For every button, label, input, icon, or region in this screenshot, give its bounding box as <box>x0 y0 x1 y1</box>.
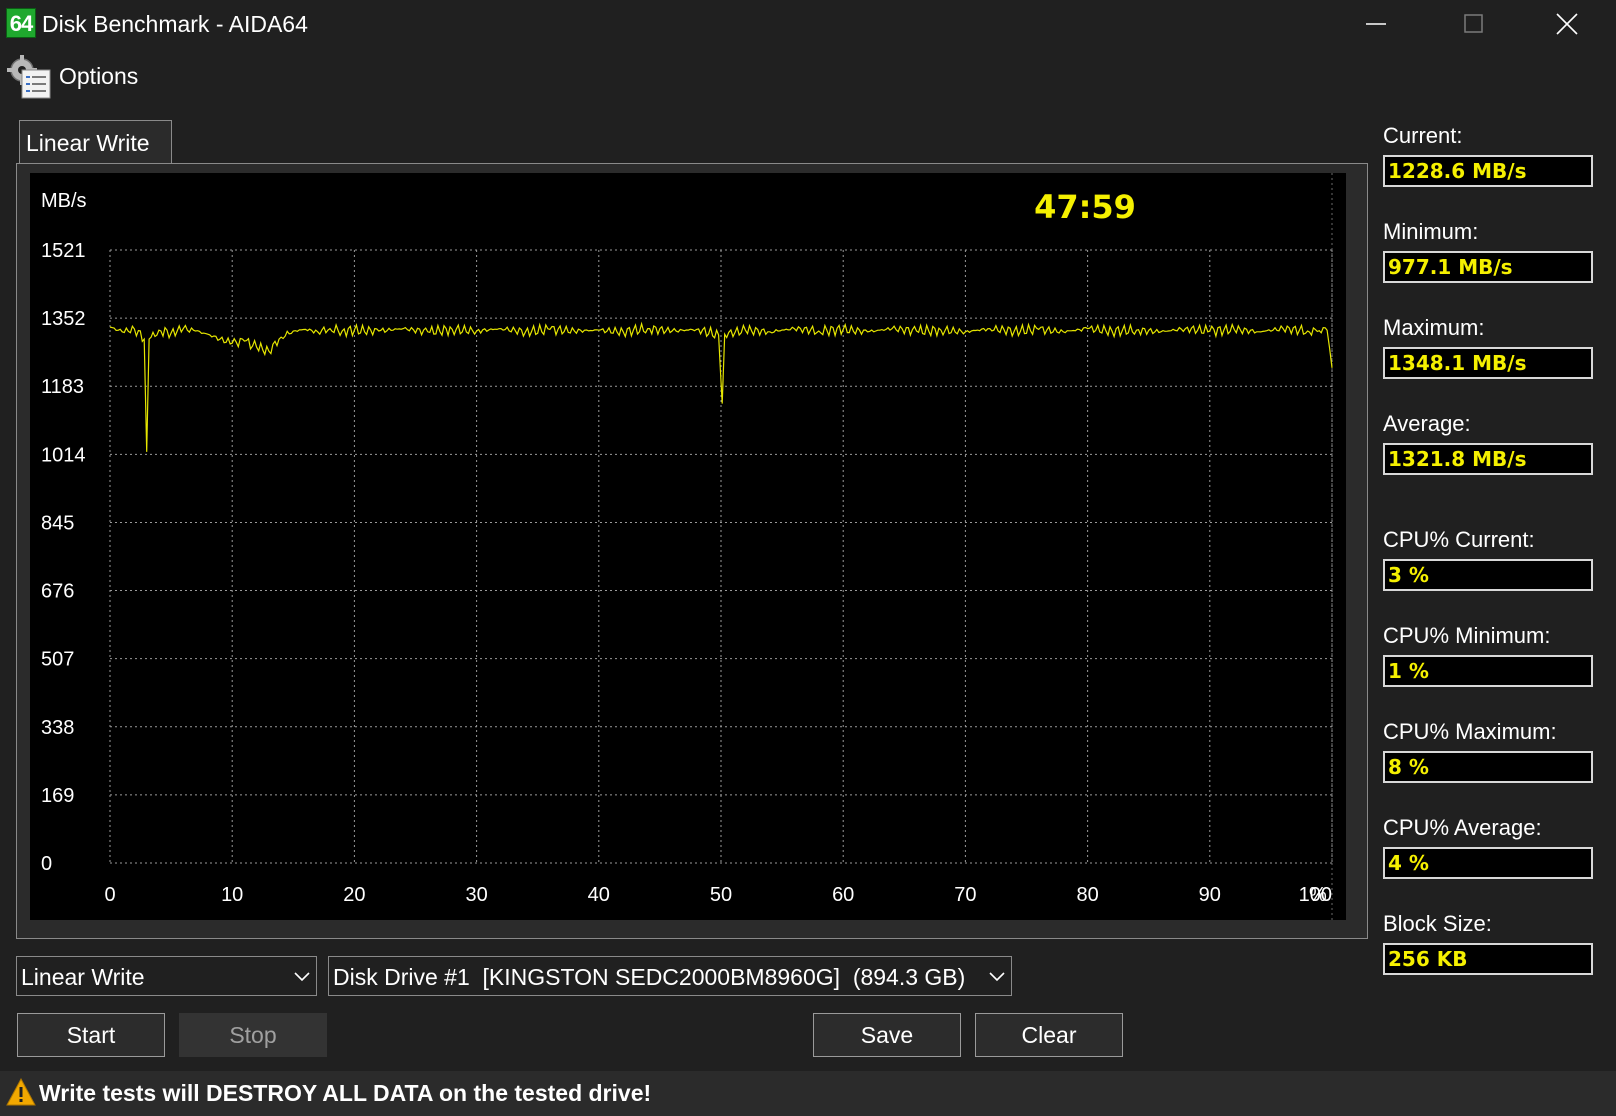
x-tick-label: 30 <box>465 884 487 906</box>
x-tick-label: 60 <box>832 884 854 906</box>
warning-message: Write tests will DESTROY ALL DATA on the… <box>39 1080 652 1106</box>
stat-label: Minimum: <box>1383 219 1479 244</box>
stop-button[interactable]: Stop <box>179 1013 327 1057</box>
stat-label: CPU% Minimum: <box>1383 623 1551 648</box>
x-tick-label: 20 <box>343 884 365 906</box>
stat-label: Maximum: <box>1383 315 1485 340</box>
x-tick-label: 40 <box>588 884 610 906</box>
x-tick-label: 50 <box>710 884 732 906</box>
y-tick-label: 1521 <box>41 240 86 262</box>
window-title: Disk Benchmark - AIDA64 <box>42 11 308 37</box>
x-tick-label: 70 <box>954 884 976 906</box>
y-tick-label: 507 <box>41 649 74 671</box>
save-button[interactable]: Save <box>813 1013 961 1057</box>
minimize-button[interactable] <box>1353 6 1399 42</box>
x-tick-label: 90 <box>1199 884 1221 906</box>
x-tick-label: 0 <box>104 884 115 906</box>
stat-label: Current: <box>1383 123 1463 148</box>
clear-button[interactable]: Clear <box>975 1013 1123 1057</box>
minimize-icon <box>1366 23 1386 25</box>
stat-value: 8 % <box>1388 755 1429 779</box>
chevron-down-icon[interactable] <box>292 967 312 987</box>
maximize-icon <box>1464 14 1483 33</box>
y-tick-label: 1183 <box>41 376 84 398</box>
stat-label: Average: <box>1383 411 1471 436</box>
stat-value: 1348.1 MB/s <box>1388 351 1527 375</box>
y-tick-label: 845 <box>41 512 74 534</box>
tab-label: Linear Write <box>26 130 150 156</box>
stat-label: Block Size: <box>1383 911 1492 936</box>
y-tick-label: 1014 <box>41 444 86 466</box>
elapsed-timer: 47:59 <box>1034 188 1136 226</box>
stat-value: 3 % <box>1388 563 1429 587</box>
y-tick-label: 676 <box>41 581 74 603</box>
chevron-down-icon[interactable] <box>987 967 1007 987</box>
start-button[interactable]: Start <box>17 1013 165 1057</box>
maximize-button[interactable] <box>1451 6 1497 42</box>
benchmark-chart: 0 169 338 507 676 845 1014 1183 1352 1521 0 10 20 30 4… <box>30 173 1346 920</box>
stat-value: 1 % <box>1388 659 1429 683</box>
test-type-value: Linear Write <box>21 964 145 990</box>
x-axis-unit: % <box>1309 884 1327 906</box>
y-tick-label: 169 <box>41 785 74 807</box>
x-tick-label: 10 <box>221 884 243 906</box>
warning-icon <box>6 1077 36 1106</box>
stat-value: 4 % <box>1388 851 1429 875</box>
stat-label: CPU% Maximum: <box>1383 719 1557 744</box>
drive-value: Disk Drive #1 [KINGSTON SEDC2000BM8960G]… <box>333 964 966 990</box>
options-gear-list-icon[interactable] <box>6 54 52 100</box>
options-menu[interactable]: Options <box>59 60 138 92</box>
stat-value: 1321.8 MB/s <box>1388 447 1527 471</box>
stat-value: 256 KB <box>1388 947 1468 971</box>
x-tick-label: 80 <box>1076 884 1098 906</box>
stat-value: 977.1 MB/s <box>1388 255 1513 279</box>
app-logo-icon: 64 <box>6 8 36 38</box>
chart-background <box>30 173 1346 920</box>
y-tick-label: 338 <box>41 717 74 739</box>
stat-value: 1228.6 MB/s <box>1388 159 1527 183</box>
y-tick-label: 0 <box>41 853 52 875</box>
stat-label: CPU% Average: <box>1383 815 1542 840</box>
y-tick-label: 1352 <box>41 308 86 330</box>
stat-label: CPU% Current: <box>1383 527 1535 552</box>
close-button[interactable] <box>1544 6 1590 42</box>
y-axis-unit: MB/s <box>41 190 87 212</box>
close-icon <box>1556 13 1578 35</box>
